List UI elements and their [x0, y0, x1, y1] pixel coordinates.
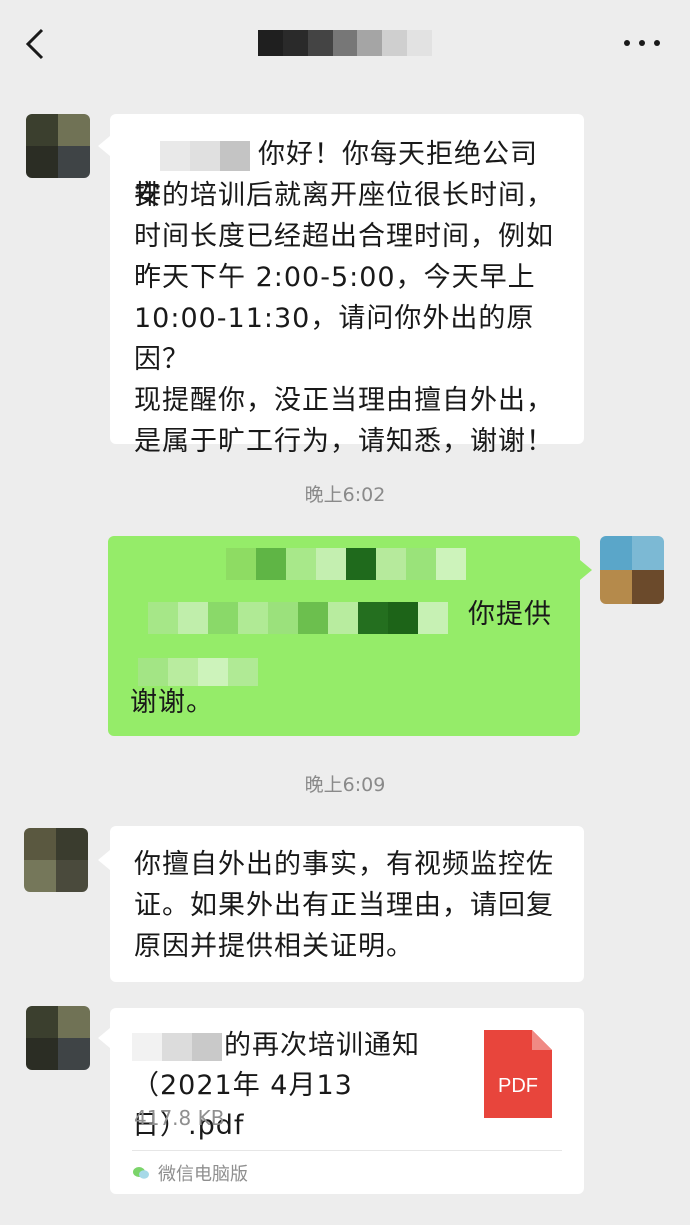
- chat-title-redacted: [258, 30, 433, 56]
- message-line: 时间长度已经超出合理时间，例如: [134, 221, 554, 252]
- redacted-text-row: [148, 602, 448, 634]
- file-source: 微信电脑版: [132, 1160, 248, 1186]
- avatar-self[interactable]: [600, 536, 664, 604]
- message-line: 昨天下午 2:00-5:00，今天早上: [134, 262, 536, 293]
- bubble-tail: [98, 850, 110, 870]
- file-name-line: 的再次培训通知: [132, 1026, 462, 1066]
- message-visible-text: 你提供: [468, 599, 552, 630]
- message-visible-text: 谢谢。: [130, 687, 214, 718]
- message-line: 现提醒你，没正当理由擅自外出，: [134, 385, 554, 416]
- redacted-text-row: [226, 548, 466, 580]
- wechat-icon: [133, 1167, 149, 1179]
- message-line: 原因并提供相关证明。: [134, 931, 414, 962]
- timestamp: 晚上6:02: [304, 484, 386, 506]
- message-bubble-incoming[interactable]: 你好！你每天拒绝公司安 排的培训后就离开座位很长时间， 时间长度已经超出合理时间…: [110, 114, 584, 457]
- avatar[interactable]: [26, 1006, 90, 1070]
- message-line: 是属于旷工行为，请知悉，谢谢！: [134, 426, 554, 457]
- bubble-tail: [98, 1028, 110, 1048]
- message-line: 你擅自外出的事实，有视频监控佐: [134, 849, 554, 880]
- timestamp: 晚上6:09: [304, 774, 386, 796]
- redacted-name: [130, 140, 250, 171]
- message-line: 10:00-11:30，请问你外出的原因？: [134, 303, 535, 375]
- message-line: 证。如果外出有正当理由，请回复: [134, 890, 554, 921]
- avatar[interactable]: [24, 828, 88, 892]
- chevron-left-icon[interactable]: [22, 26, 50, 62]
- message-bubble-outgoing[interactable]: 你提供 谢谢。: [108, 536, 580, 736]
- source-label: 微信电脑版: [158, 1164, 248, 1185]
- message-line: 你好！你每天拒绝公司安: [130, 134, 562, 211]
- more-dots-icon[interactable]: [624, 36, 660, 50]
- file-size: 417.8 KB: [134, 1106, 225, 1130]
- bubble-tail: [580, 560, 592, 580]
- redacted-name: [132, 1032, 222, 1061]
- pdf-icon-label: PDF: [498, 1075, 538, 1097]
- pdf-file-icon: PDF: [484, 1030, 552, 1118]
- divider: [132, 1150, 562, 1151]
- chat-header: [0, 0, 690, 88]
- message-bubble-incoming[interactable]: 你擅自外出的事实，有视频监控佐 证。如果外出有正当理由，请回复 原因并提供相关证…: [110, 826, 584, 982]
- message-line: 排的培训后就离开座位很长时间，: [134, 180, 554, 211]
- bubble-tail: [98, 136, 110, 156]
- file-message-card[interactable]: 的再次培训通知 （2021年 4月13日）.pdf 417.8 KB PDF 微…: [110, 1008, 584, 1194]
- avatar[interactable]: [26, 114, 90, 178]
